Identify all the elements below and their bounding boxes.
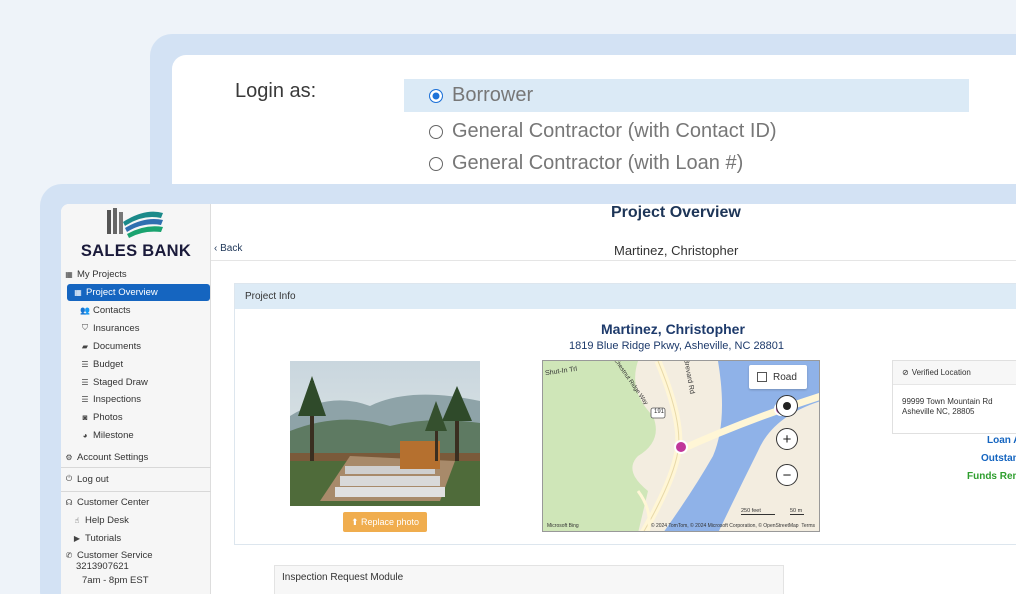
outstanding-label: Outstan	[981, 453, 1016, 464]
sidebar-item-project-overview[interactable]: ▦ Project Overview	[67, 284, 210, 301]
map-scale-feet: 250 feet	[741, 508, 775, 515]
login-option-gc-loan[interactable]: General Contractor (with Loan #)	[404, 147, 969, 180]
header-divider	[211, 260, 1016, 261]
sidebar: SALES BANK ▦ My Projects ▦ Project Overvie…	[61, 204, 211, 594]
construction-photo-icon	[290, 361, 480, 506]
sidebar-item-budget[interactable]: ☰ Budget	[80, 357, 230, 371]
sidebar-item-log-out[interactable]: ⏻ Log out	[64, 472, 214, 486]
map-style-button[interactable]: Road	[749, 365, 807, 389]
hand-icon: ☝	[74, 515, 80, 525]
route-shield: 191	[654, 409, 665, 415]
sidebar-divider	[61, 467, 211, 468]
gear-icon: ⚙	[65, 452, 73, 462]
radio-icon[interactable]	[429, 124, 443, 139]
sidebar-item-staged-draw[interactable]: ☰ Staged Draw	[80, 375, 230, 389]
login-option-label: Borrower	[452, 84, 534, 106]
target-icon	[783, 402, 791, 410]
replace-photo-button[interactable]: ⬆ Replace photo	[343, 512, 427, 532]
location-map[interactable]: 191 Shut-In Trl Brevard Rd Chestnut Ridg…	[542, 360, 820, 532]
power-icon: ⏻	[65, 474, 73, 483]
phone-icon: ✆	[65, 550, 73, 560]
check-circle-icon: ⊘	[902, 368, 909, 377]
login-option-gc-contact-id[interactable]: General Contractor (with Contact ID)	[404, 115, 969, 148]
inspection-request-header: Inspection Request Module	[282, 572, 404, 583]
map-copyright: © 2024 TomTom, © 2024 Microsoft Corporat…	[650, 523, 799, 529]
folder-icon: ▰	[81, 341, 89, 351]
radio-icon[interactable]	[429, 156, 443, 171]
customer-service-hours: 7am - 8pm EST	[82, 574, 149, 586]
sidebar-item-inspections[interactable]: ☰ Inspections	[80, 392, 230, 406]
loan-amount-label: Loan A	[987, 435, 1016, 446]
list-icon: ☰	[81, 394, 89, 404]
page-title: Project Overview	[611, 204, 741, 221]
login-option-borrower[interactable]: Borrower	[404, 79, 969, 112]
project-info-header: Project Info	[235, 284, 1016, 309]
zoom-in-button[interactable]: +	[776, 428, 798, 450]
zoom-out-button[interactable]: −	[776, 464, 798, 486]
map-provider: Microsoft Bing	[547, 523, 579, 529]
login-as-label: Login as:	[235, 80, 317, 102]
map-footer: Microsoft Bing © 2024 TomTom, © 2024 Mic…	[543, 521, 819, 531]
login-option-label: General Contractor (with Loan #)	[452, 152, 744, 174]
project-photo	[290, 361, 480, 506]
brand-name: SALES BANK	[80, 242, 192, 260]
sidebar-item-contacts[interactable]: 👥 Contacts	[80, 303, 230, 317]
verified-location-card: ⊘ Verified Location 99999 Town Mountain …	[892, 360, 1016, 434]
project-info-panel: Project Info Martinez, Christopher 1819 …	[234, 283, 1016, 545]
sidebar-item-tutorials[interactable]: ▶ Tutorials	[72, 531, 222, 545]
camera-icon: ◙	[82, 412, 88, 422]
customer-service-phone[interactable]: 3213907621	[76, 560, 226, 572]
client-name: Martinez, Christopher	[614, 243, 739, 258]
grid-icon: ▦	[74, 288, 82, 297]
list-icon: ☰	[81, 377, 89, 387]
play-icon: ▶	[73, 533, 81, 543]
main-content: Project Overview ‹ Back Martinez, Christ…	[211, 204, 1016, 594]
map-terms-link[interactable]: Terms	[801, 523, 815, 529]
inspection-request-module: Inspection Request Module	[274, 565, 784, 594]
grid-icon: ▦	[65, 269, 73, 279]
verified-address: 99999 Town Mountain Rd Asheville NC, 288…	[902, 397, 993, 416]
shield-icon: ⛉	[82, 323, 88, 332]
sidebar-item-photos[interactable]: ◙ Photos	[80, 410, 230, 424]
plus-icon: +	[782, 430, 792, 448]
minus-icon: −	[782, 466, 792, 484]
upload-icon: ⬆	[350, 516, 361, 527]
verified-location-header: ⊘ Verified Location	[893, 361, 1016, 385]
users-icon: 👥	[80, 305, 90, 315]
app-window: SALES BANK ▦ My Projects ▦ Project Overvie…	[61, 204, 1016, 594]
sidebar-item-help-desk[interactable]: ☝ Help Desk	[72, 513, 222, 527]
sidebar-divider	[61, 491, 211, 492]
sidebar-item-documents[interactable]: ▰ Documents	[80, 339, 230, 353]
radio-selected-icon[interactable]	[429, 88, 443, 103]
login-option-label: General Contractor (with Contact ID)	[452, 120, 777, 142]
sidebar-item-my-projects[interactable]: ▦ My Projects	[64, 267, 214, 281]
locate-me-button[interactable]	[776, 395, 798, 417]
sidebar-item-account-settings[interactable]: ⚙ Account Settings	[64, 450, 214, 464]
map-layers-icon	[757, 372, 767, 382]
project-address: 1819 Blue Ridge Pkwy, Asheville, NC 2880…	[569, 340, 785, 352]
sidebar-item-customer-center[interactable]: ☊ Customer Center	[64, 495, 214, 509]
dashboard-icon: ◕	[82, 430, 88, 440]
headset-icon: ☊	[65, 497, 73, 507]
sidebar-item-insurances[interactable]: ⛉ Insurances	[80, 321, 230, 335]
map-scale-meters: 50 m	[790, 508, 804, 515]
sidebar-item-milestone[interactable]: ◕ Milestone	[80, 428, 230, 442]
funds-remaining-label: Funds Rem	[967, 471, 1016, 482]
back-button[interactable]: ‹ Back	[214, 243, 242, 254]
list-icon: ☰	[81, 359, 89, 369]
project-owner-name: Martinez, Christopher	[601, 321, 745, 337]
